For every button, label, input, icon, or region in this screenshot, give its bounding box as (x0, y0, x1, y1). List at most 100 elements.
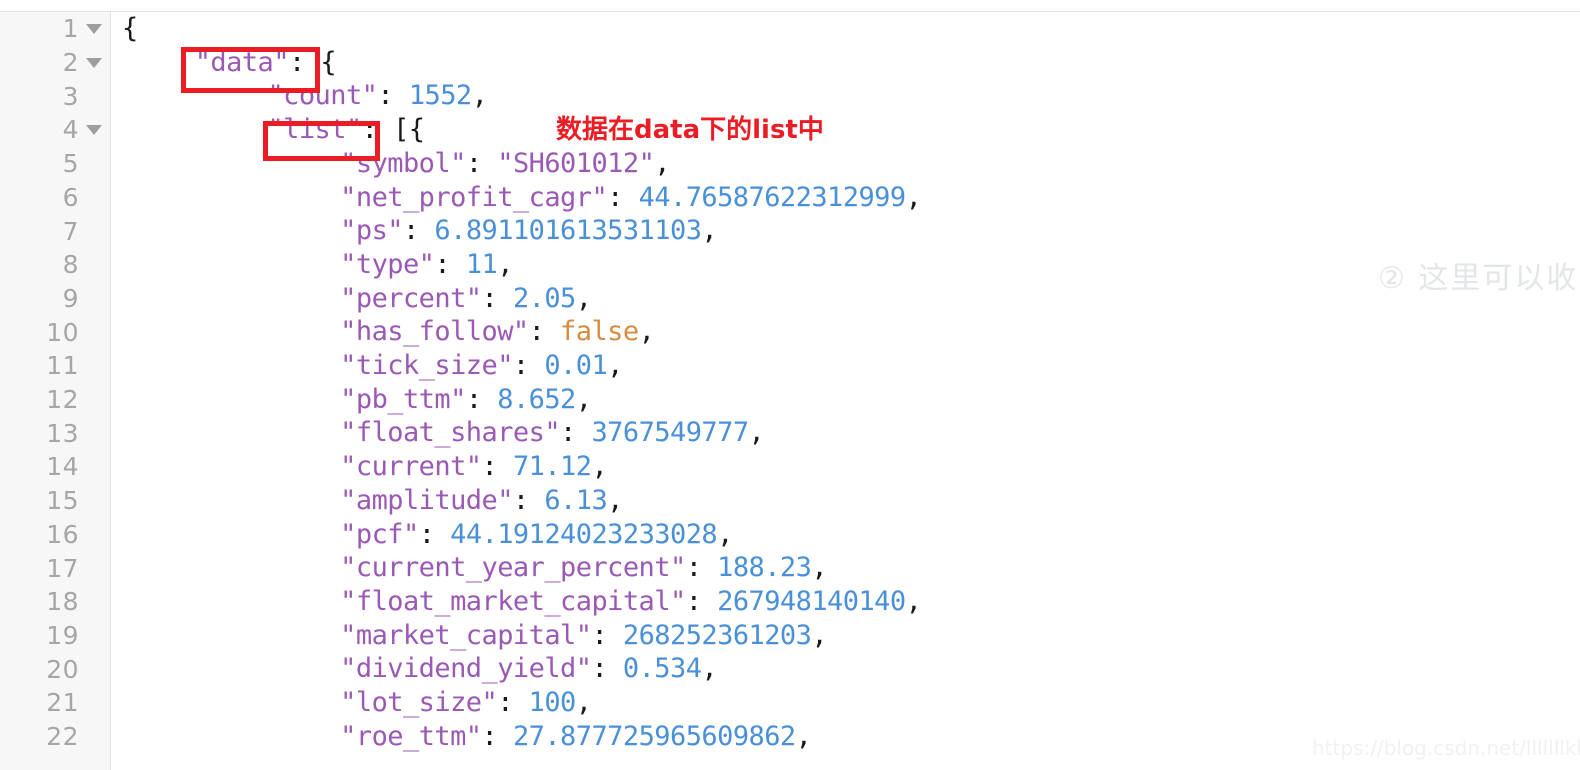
code-line[interactable]: "ps": 6.891101613531103, (340, 214, 718, 248)
line-number: 16 (46, 519, 79, 549)
gutter-line-5: 5 (0, 147, 111, 181)
line-number: 19 (46, 620, 79, 650)
line-number: 1 (62, 14, 79, 44)
line-number: 8 (62, 250, 79, 280)
code-line[interactable]: "pb_ttm": 8.652, (340, 383, 592, 417)
token-punct: : (685, 552, 718, 584)
code-line[interactable]: "float_shares": 3767549777, (340, 416, 765, 450)
token-punct: : (528, 316, 561, 348)
line-number: 9 (62, 283, 79, 313)
gutter-line-4: 4 (0, 113, 111, 147)
gutter-line-19: 19 (0, 619, 111, 653)
gutter-line-13: 13 (0, 416, 111, 450)
line-number: 6 (62, 182, 79, 212)
token-punct: , (638, 316, 655, 348)
line-number: 7 (62, 216, 79, 246)
token-punct: , (717, 518, 733, 550)
chevron-down-icon[interactable] (83, 23, 105, 34)
token-punct: , (471, 80, 488, 112)
token-punct: : (591, 653, 623, 685)
code-line[interactable]: "data": { (194, 46, 337, 80)
code-line[interactable]: "tick_size": 0.01, (340, 349, 623, 383)
code-content-area[interactable]: {"data": {"count": 1552, "list": [{"symbo… (112, 12, 1580, 770)
token-key: "data" (194, 46, 290, 78)
line-number: 17 (46, 553, 79, 583)
token-num: 2.05 (512, 282, 576, 314)
token-punct: : (418, 518, 451, 550)
code-line[interactable]: "percent": 2.05, (340, 282, 592, 316)
token-punct: : (481, 282, 513, 314)
json-viewer: 1 2 3 4 5 6 7 8 9 10 11 12 13 14 15 16 17 18 19 20 21 22 {"da… (0, 0, 1580, 770)
token-num: 11 (465, 248, 498, 280)
token-key: "has_follow" (340, 316, 529, 348)
token-punct: : (607, 181, 639, 213)
line-number: 11 (46, 351, 79, 381)
code-line[interactable]: "symbol": "SH601012", (340, 147, 670, 181)
code-line[interactable]: "has_follow": false, (340, 315, 655, 349)
blog-watermark: https://blog.csdn.net/lllllllkkkkkooooo (1312, 736, 1580, 760)
token-punct: { (122, 13, 138, 44)
token-key: "percent" (340, 282, 482, 314)
token-punct: , (591, 451, 608, 483)
token-key: "float_market_capital" (340, 585, 686, 617)
token-punct: : (512, 350, 545, 381)
token-punct: : [{ (361, 114, 425, 146)
gutter-line-3: 3 (0, 79, 111, 113)
code-line[interactable]: "current": 71.12, (340, 450, 608, 484)
chevron-down-icon[interactable] (83, 57, 105, 68)
token-punct: , (905, 585, 922, 617)
code-line[interactable]: "list": [{ (267, 113, 425, 147)
token-punct: { (304, 46, 337, 78)
gutter-line-1: 1 (0, 12, 111, 46)
token-punct: : (465, 383, 498, 415)
token-punct: , (497, 248, 513, 280)
gutter-line-6: 6 (0, 181, 111, 215)
code-line[interactable]: "amplitude": 6.13, (340, 484, 623, 518)
token-num: 3767549777 (591, 417, 749, 449)
code-line[interactable]: "pcf": 44.19124023233028, (340, 518, 733, 552)
token-num: 6.891101613531103 (434, 215, 702, 247)
code-line[interactable]: "dividend_yield": 0.534, (340, 652, 718, 686)
token-key: "current" (340, 451, 482, 483)
line-number: 14 (46, 452, 79, 482)
token-num: 27.877725965609862 (512, 720, 796, 752)
token-key: "symbol" (340, 147, 466, 179)
token-punct: , (701, 653, 718, 685)
gutter-line-22: 22 (0, 720, 111, 754)
token-num: 0.534 (622, 653, 702, 685)
token-punct: , (905, 181, 922, 213)
gutter-line-20: 20 (0, 652, 111, 686)
token-punct: , (575, 282, 592, 314)
line-number: 13 (46, 418, 79, 448)
line-number-gutter: 1 2 3 4 5 6 7 8 9 10 11 12 13 14 15 16 17 18 19 20 21 22 (0, 12, 111, 770)
code-line[interactable]: "roe_ttm": 27.877725965609862, (340, 720, 812, 754)
line-number: 12 (46, 385, 79, 415)
token-punct: , (795, 720, 812, 752)
token-key: "market_capital" (340, 619, 592, 651)
annotation-caption: 数据在data下的list中 (556, 115, 824, 145)
line-number: 2 (62, 48, 79, 78)
token-num: 44.76587622312999 (638, 181, 907, 213)
gutter-line-16: 16 (0, 518, 111, 552)
line-number: 18 (46, 587, 79, 617)
gutter-line-7: 7 (0, 214, 111, 248)
token-key: "amplitude" (340, 484, 513, 516)
code-line[interactable]: "count": 1552, (267, 79, 487, 113)
chevron-down-icon[interactable] (83, 124, 105, 135)
gutter-line-18: 18 (0, 585, 111, 619)
code-line[interactable]: "market_capital": 268252361203, (340, 619, 827, 653)
code-line[interactable]: { (122, 12, 138, 46)
code-line[interactable]: "float_market_capital": 267948140140, (340, 585, 922, 619)
code-line[interactable]: "net_profit_cagr": 44.76587622312999, (340, 181, 922, 215)
code-line[interactable]: "type": 11, (340, 248, 513, 282)
gutter-line-17: 17 (0, 551, 111, 585)
token-key: "lot_size" (340, 687, 498, 718)
code-line[interactable]: "current_year_percent": 188.23, (340, 551, 827, 585)
code-line[interactable]: "lot_size": 100, (340, 686, 592, 720)
token-punct: : (560, 417, 592, 449)
token-num: 268252361203 (622, 619, 812, 651)
token-str: "SH601012" (497, 147, 655, 179)
gutter-line-15: 15 (0, 484, 111, 518)
token-key: "current_year_percent" (340, 552, 686, 584)
token-key: "list" (267, 114, 362, 146)
